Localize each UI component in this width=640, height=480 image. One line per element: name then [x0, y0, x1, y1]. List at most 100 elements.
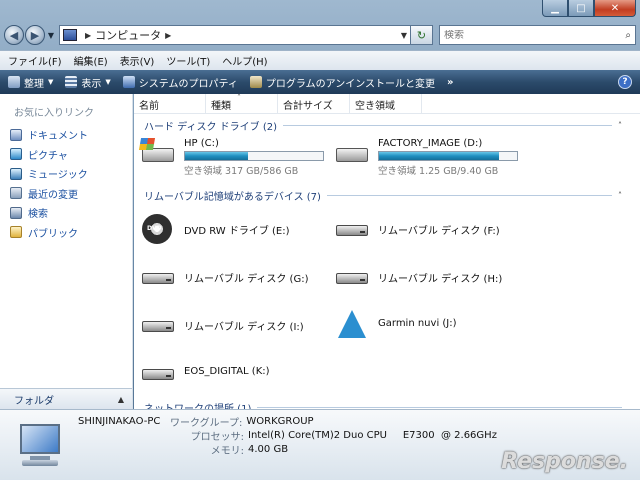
address-bar[interactable]: ▶ コンピュータ ▶ ▼: [59, 25, 411, 45]
group-header-label: ハード ディスク ドライブ (2): [144, 122, 278, 133]
search-box[interactable]: ⌕: [439, 25, 636, 45]
sidebar-item-public[interactable]: パブリック: [10, 223, 88, 243]
uninstall-icon: [249, 76, 262, 88]
sidebar-item-searches[interactable]: 検索: [10, 203, 88, 223]
navigation-bar: ◀ ▶ ▼ ▶ コンピュータ ▶ ▼ ↻ ⌕: [4, 22, 636, 48]
drive-item-e[interactable]: DVD DVD RW ドライブ (E:): [140, 214, 290, 244]
organize-icon: [8, 76, 20, 88]
folders-label: フォルダ: [14, 395, 54, 407]
column-header-label: 種類: [211, 100, 231, 112]
drive-item-c[interactable]: HP (C:) 空き領域 317 GB/586 GB: [138, 138, 324, 177]
drive-name: HP (C:): [184, 138, 219, 149]
help-icon: ?: [622, 77, 628, 87]
address-dropdown-icon[interactable]: ▼: [401, 31, 407, 40]
sidebar-item-documents[interactable]: ドキュメント: [10, 125, 88, 145]
menu-tools[interactable]: ツール(T): [166, 53, 210, 68]
drive-name: Garmin nuvi (J:): [378, 318, 457, 329]
column-header-name[interactable]: 名前: [134, 94, 206, 114]
column-header-total-size[interactable]: 合計サイズ: [278, 94, 350, 114]
group-divider: [257, 407, 622, 408]
organize-label: 整理: [24, 78, 44, 90]
dvd-drive-icon: DVD: [140, 214, 176, 244]
drive-usage-bar: [378, 151, 518, 161]
sidebar-item-label: ミュージック: [28, 170, 88, 182]
group-header-network[interactable]: ネットワークの場所 (1): [144, 400, 622, 409]
column-headers: 名前 ˄ 種類 合計サイズ 空き領域: [134, 94, 640, 114]
sidebar-item-music[interactable]: ミュージック: [10, 164, 88, 184]
refresh-button[interactable]: ↻: [411, 25, 433, 45]
search-input[interactable]: [444, 29, 594, 41]
minimize-button[interactable]: ▁: [542, 0, 568, 17]
drive-item-d[interactable]: FACTORY_IMAGE (D:) 空き領域 1.25 GB/9.40 GB: [334, 138, 518, 177]
computer-icon: [63, 29, 77, 41]
views-icon: [65, 76, 78, 88]
refresh-icon: ↻: [416, 28, 427, 42]
garmin-icon: [334, 310, 370, 340]
sidebar-item-label: 最近の変更: [28, 189, 78, 201]
forward-arrow-icon: ▶: [30, 28, 40, 42]
recent-icon: [10, 187, 22, 200]
drive-name: リムーバブル ディスク (G:): [184, 274, 309, 285]
processor-value: Intel(R) Core(TM)2 Duo CPU E7300 @ 2.66G…: [248, 429, 497, 441]
uninstall-label: プログラムのアンインストールと変更: [265, 78, 435, 90]
system-properties-button[interactable]: システムのプロパティ: [122, 75, 238, 90]
uninstall-programs-button[interactable]: プログラムのアンインストールと変更: [249, 75, 435, 90]
drive-item-h[interactable]: リムーバブル ディスク (H:): [334, 262, 502, 292]
collapse-icon[interactable]: ˄: [618, 191, 622, 200]
maximize-button[interactable]: □: [568, 0, 594, 17]
hard-drive-windows-icon: [138, 138, 176, 168]
drive-name: リムーバブル ディスク (I:): [184, 322, 304, 333]
drive-item-k[interactable]: EOS_DIGITAL (K:): [140, 358, 270, 388]
views-label: 表示: [81, 78, 102, 90]
column-header-free-space[interactable]: 空き領域: [350, 94, 422, 114]
drive-name: リムーバブル ディスク (F:): [378, 226, 500, 237]
hard-drive-icon: [334, 138, 370, 168]
explorer-window: ▁ □ ✕ ◀ ▶ ▼ ▶ コンピュータ ▶ ▼ ↻ ⌕ ファイル(F) 編集(…: [0, 0, 640, 480]
removable-disk-icon: [140, 262, 176, 292]
command-bar: 整理 ▼ 表示 ▼ システムのプロパティ プログラムのアンインストールと変更 »…: [0, 70, 640, 94]
sidebar-item-pictures[interactable]: ピクチャ: [10, 145, 88, 165]
column-header-label: 空き領域: [355, 100, 395, 112]
menu-edit[interactable]: 編集(E): [74, 53, 108, 68]
sidebar-item-label: 検索: [28, 209, 48, 221]
menu-help[interactable]: ヘルプ(H): [222, 53, 267, 68]
drive-item-f[interactable]: リムーバブル ディスク (F:): [334, 214, 500, 244]
breadcrumb-separator-icon[interactable]: ▶: [85, 31, 91, 40]
drive-name: DVD RW ドライブ (E:): [184, 226, 290, 237]
drive-item-g[interactable]: リムーバブル ディスク (G:): [140, 262, 308, 292]
drive-usage-bar: [184, 151, 324, 161]
column-header-type[interactable]: ˄ 種類: [206, 94, 278, 114]
sidebar-item-recent[interactable]: 最近の変更: [10, 184, 88, 204]
music-icon: [10, 167, 22, 180]
drive-item-i[interactable]: リムーバブル ディスク (I:): [140, 310, 304, 340]
drive-name: EOS_DIGITAL (K:): [184, 366, 270, 377]
menu-file[interactable]: ファイル(F): [8, 53, 62, 68]
group-divider: [326, 195, 612, 196]
menu-view[interactable]: 表示(V): [120, 53, 155, 68]
recent-pages-dropdown[interactable]: ▼: [45, 31, 57, 40]
system-properties-icon: [122, 76, 135, 88]
folders-toggle[interactable]: フォルダ ▲: [0, 388, 132, 409]
back-arrow-icon: ◀: [9, 28, 19, 42]
views-button[interactable]: 表示 ▼: [65, 75, 111, 90]
group-header-removable[interactable]: リムーバブル記憶域があるデバイス (7) ˄: [144, 188, 622, 203]
more-commands-button[interactable]: »: [447, 77, 453, 88]
removable-disk-icon: [334, 214, 370, 244]
group-header-hard-disks[interactable]: ハード ディスク ドライブ (2) ˄: [144, 118, 622, 133]
help-button[interactable]: ?: [618, 75, 632, 89]
breadcrumb-computer[interactable]: コンピュータ: [95, 27, 161, 43]
breadcrumb-separator-icon[interactable]: ▶: [165, 31, 171, 40]
collapse-icon[interactable]: ˄: [618, 121, 622, 130]
back-button[interactable]: ◀: [4, 25, 24, 45]
organize-button[interactable]: 整理 ▼: [8, 75, 53, 90]
forward-button[interactable]: ▶: [25, 25, 45, 45]
drive-free-space: 空き領域 317 GB/586 GB: [184, 166, 299, 177]
favorite-links-list: ドキュメント ピクチャ ミュージック 最近の変更 検索 パブリック: [10, 125, 88, 242]
drive-item-j[interactable]: Garmin nuvi (J:): [334, 310, 457, 340]
removable-disk-icon: [334, 262, 370, 292]
removable-disk-icon: [140, 310, 176, 340]
sidebar-item-label: ピクチャ: [28, 150, 68, 162]
close-button[interactable]: ✕: [594, 0, 636, 17]
caption-buttons: ▁ □ ✕: [542, 0, 636, 18]
search-icon[interactable]: ⌕: [625, 30, 631, 41]
